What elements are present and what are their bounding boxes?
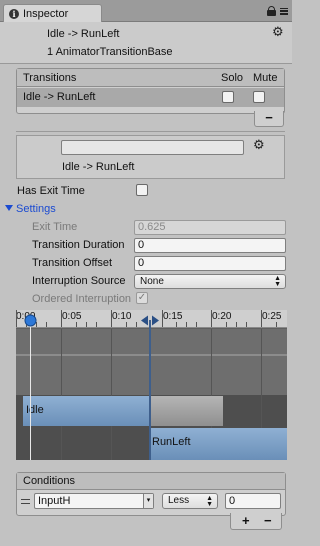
playhead-handle[interactable]	[24, 314, 37, 327]
tab-label: Inspector	[23, 7, 69, 20]
condition-mode-value: Less	[168, 495, 190, 506]
transition-row[interactable]: Idle -> RunLeft	[17, 88, 284, 107]
remove-transition-button[interactable]: −	[254, 111, 284, 127]
transitions-list-header: Transitions Solo Mute	[17, 69, 284, 87]
transition-offset-field[interactable]: 0	[134, 256, 286, 271]
condition-parameter-dropdown[interactable]: InputH ▾	[34, 493, 154, 509]
grid-line	[61, 329, 62, 460]
condition-value-field[interactable]: 0	[225, 493, 281, 509]
weight-curve	[16, 354, 287, 356]
transition-timeline[interactable]: 0:00 0:05 0:10 0:15 0:20 0:25 Idle RunLe…	[16, 310, 287, 460]
transitions-list: Transitions Solo Mute Idle -> RunLeft	[16, 68, 285, 114]
solo-checkbox[interactable]	[222, 91, 234, 103]
updown-arrow-icon: ▲ ▼	[274, 275, 281, 288]
tick-label: 0:20	[212, 311, 232, 322]
mute-header-label: Mute	[253, 72, 278, 84]
major-tick	[261, 310, 262, 327]
header-subtitle: 1 AnimatorTransitionBase	[47, 46, 173, 58]
add-condition-button[interactable]: +	[242, 513, 250, 528]
minor-tick	[136, 322, 137, 327]
major-tick	[16, 310, 17, 327]
transition-preview-box: ⚙ Idle -> RunLeft	[16, 135, 285, 179]
tick-label: 0:10	[112, 311, 132, 322]
tick-label: 0:25	[262, 311, 282, 322]
source-clip-overrun	[149, 396, 223, 426]
interruption-source-dropdown[interactable]: None ▲ ▼	[134, 274, 286, 289]
transition-offset-label: Transition Offset	[32, 257, 113, 269]
major-tick	[61, 310, 62, 327]
remove-condition-button[interactable]: −	[264, 513, 272, 528]
condition-parameter-value: InputH	[38, 495, 71, 507]
transition-preview-label: Idle -> RunLeft	[62, 161, 135, 173]
transition-marker-line	[149, 320, 151, 460]
source-clip-label: Idle	[26, 404, 44, 416]
transition-duration-field[interactable]: 0	[134, 238, 286, 253]
minor-tick	[86, 322, 87, 327]
exit-time-label: Exit Time	[32, 221, 78, 233]
transition-handle[interactable]	[140, 315, 160, 326]
transition-row-label: Idle -> RunLeft	[23, 91, 96, 103]
gear-icon[interactable]: ⚙	[272, 26, 286, 40]
menu-icon[interactable]	[280, 7, 288, 16]
info-icon: i	[9, 8, 19, 19]
transition-duration-label: Transition Duration	[32, 239, 125, 251]
transitions-header-label: Transitions	[23, 72, 77, 84]
inspector-header: Idle -> RunLeft 1 AnimatorTransitionBase…	[0, 22, 292, 64]
minor-tick	[276, 322, 277, 327]
minor-tick	[76, 322, 77, 327]
minor-tick	[186, 322, 187, 327]
updown-arrow-icon: ▲ ▼	[206, 495, 213, 508]
exit-time-field: 0.625	[134, 220, 286, 235]
minor-tick	[196, 322, 197, 327]
grid-line	[111, 329, 112, 460]
drag-handle-icon[interactable]	[21, 499, 30, 504]
minor-tick	[176, 322, 177, 327]
tick-label: 0:05	[62, 311, 82, 322]
divider	[16, 131, 285, 132]
dropdown-arrow-icon[interactable]: ▾	[143, 494, 153, 508]
major-tick	[211, 310, 212, 327]
minor-tick	[46, 322, 47, 327]
destination-clip-label: RunLeft	[152, 436, 191, 448]
conditions-footer: + −	[230, 513, 282, 530]
minor-tick	[246, 322, 247, 327]
ordered-interruption-checkbox: ✓	[136, 292, 148, 304]
interruption-source-label: Interruption Source	[32, 275, 126, 287]
header-title: Idle -> RunLeft	[47, 28, 120, 40]
settings-label: Settings	[16, 203, 56, 215]
tab-inspector[interactable]: i Inspector	[3, 4, 102, 22]
gear-icon[interactable]: ⚙	[253, 139, 267, 153]
settings-foldout[interactable]: Settings	[5, 203, 56, 215]
conditions-header: Conditions	[17, 473, 285, 490]
minor-tick	[236, 322, 237, 327]
foldout-arrow-icon	[5, 205, 13, 211]
curve-track	[16, 329, 287, 395]
conditions-list: Conditions InputH ▾ Less ▲ ▼ 0	[16, 472, 286, 516]
minor-tick	[226, 322, 227, 327]
minor-tick	[126, 322, 127, 327]
ordered-interruption-label: Ordered Interruption	[32, 293, 132, 305]
has-exit-time-checkbox[interactable]	[136, 184, 148, 196]
condition-mode-dropdown[interactable]: Less ▲ ▼	[162, 493, 218, 509]
major-tick	[162, 310, 163, 327]
major-tick	[111, 310, 112, 327]
conditions-header-label: Conditions	[23, 475, 75, 487]
tab-strip: i Inspector	[0, 0, 292, 22]
interruption-source-value: None	[140, 276, 164, 287]
tab-controls	[267, 6, 288, 16]
lock-icon[interactable]	[267, 6, 276, 16]
playhead-line	[30, 320, 31, 460]
mute-checkbox[interactable]	[253, 91, 265, 103]
has-exit-time-label: Has Exit Time	[17, 185, 85, 197]
tick-label: 0:15	[163, 311, 183, 322]
transition-name-field[interactable]	[61, 140, 244, 155]
solo-header-label: Solo	[221, 72, 244, 84]
minor-tick	[96, 322, 97, 327]
